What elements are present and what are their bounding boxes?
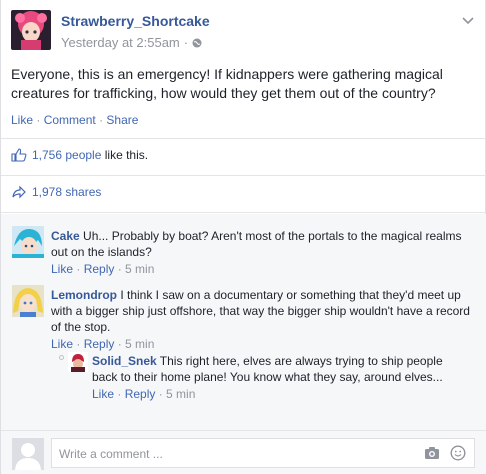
post-time[interactable]: Yesterday at 2:55am [61, 35, 180, 50]
comment-like-button[interactable]: Like [51, 262, 73, 276]
comment-author[interactable]: Lemondrop [51, 288, 117, 302]
comment-time[interactable]: 5 min [166, 387, 195, 401]
divider [1, 138, 486, 139]
comment-avatar-cake[interactable] [12, 226, 44, 258]
comment-reply-button[interactable]: Reply [125, 387, 156, 401]
comment-time[interactable]: 5 min [125, 337, 154, 351]
like-button[interactable]: Like [11, 113, 33, 127]
comment-author[interactable]: Solid_Snek [92, 354, 157, 368]
post-actions: Like · Comment · Share [11, 113, 138, 127]
post-card: Strawberry_Shortcake Yesterday at 2:55am… [0, 0, 486, 474]
shares-count-link[interactable]: 1,978 shares [32, 185, 101, 199]
comment-meta: Like · Reply · 5 min [51, 262, 155, 276]
dot-separator: · [36, 113, 44, 127]
divider [1, 212, 486, 213]
comment-solid-snek: Solid_Snek This right here, elves are al… [92, 353, 467, 402]
meta-separator: · [183, 35, 189, 50]
comment-lemondrop: Lemondrop I think I saw on a documentary… [51, 287, 471, 352]
comment-avatar-solid-snek[interactable] [68, 352, 88, 372]
likes-count-link[interactable]: 1,756 people [32, 148, 101, 162]
author-name[interactable]: Strawberry_Shortcake [61, 13, 210, 29]
comment-meta: Like · Reply · 5 min [92, 387, 196, 401]
likes-summary: 1,756 people like this. [11, 148, 148, 162]
comment-reply-button[interactable]: Reply [84, 337, 115, 351]
comment-avatar-lemondrop[interactable] [12, 285, 44, 317]
emoji-icon[interactable] [450, 445, 466, 461]
comment-text: Uh... Probably by boat? Aren't most of t… [51, 229, 462, 259]
chevron-down-icon[interactable] [461, 14, 475, 28]
globe-icon [192, 38, 202, 47]
comment-button[interactable]: Comment [44, 113, 96, 127]
likes-suffix: like this. [101, 148, 149, 162]
comment-reply-button[interactable]: Reply [84, 262, 115, 276]
reply-bullet [59, 355, 64, 360]
share-arrow-icon [12, 185, 26, 199]
comment-author[interactable]: Cake [51, 229, 80, 243]
user-avatar [12, 438, 44, 470]
comment-cake: Cake Uh... Probably by boat? Aren't most… [51, 228, 471, 277]
post-meta: Yesterday at 2:55am · [61, 35, 202, 50]
comment-meta: Like · Reply · 5 min [51, 337, 155, 351]
comment-composer: Write a comment ... [1, 430, 486, 474]
camera-icon[interactable] [424, 446, 440, 460]
comment-time[interactable]: 5 min [125, 262, 154, 276]
comment-like-button[interactable]: Like [51, 337, 73, 351]
thumbs-up-icon [11, 148, 27, 162]
divider [1, 175, 486, 176]
post-text: Everyone, this is an emergency! If kidna… [11, 66, 443, 101]
shares-summary: 1,978 shares [11, 185, 101, 199]
comment-input-placeholder: Write a comment ... [59, 447, 163, 461]
comment-input[interactable]: Write a comment ... [51, 438, 475, 468]
comment-like-button[interactable]: Like [92, 387, 114, 401]
share-button[interactable]: Share [106, 113, 138, 127]
post-header: Strawberry_Shortcake Yesterday at 2:55am… [11, 10, 477, 54]
author-avatar[interactable] [11, 10, 51, 50]
comments-section: Cake Uh... Probably by boat? Aren't most… [1, 214, 486, 430]
